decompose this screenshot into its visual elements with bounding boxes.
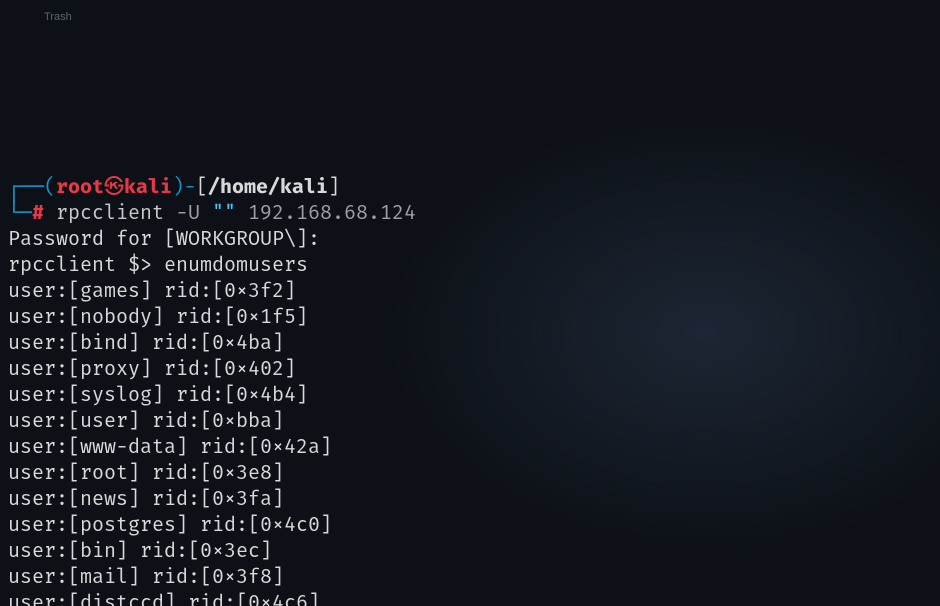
user-row-7: user:[root] rid:[0×3e8]: [8, 460, 932, 486]
prompt-corner-top: ┌──: [8, 175, 44, 199]
user-row-5: user:[user] rid:[0×bba]: [8, 408, 932, 434]
prompt-hash: #: [32, 201, 56, 225]
user-row-9: user:[postgres] rid:[0×4c0]: [8, 512, 932, 538]
user-row: user:[bind] rid:[0×4ba]: [8, 331, 284, 355]
prompt-host: kali: [124, 175, 172, 199]
terminal-output[interactable]: ┌──(root㉿kali)-[/home/kali]└─# rpcclient…: [8, 174, 932, 606]
cmd-quote[interactable]: "": [212, 201, 248, 225]
password-prompt: Password for [WORKGROUP\]:: [8, 227, 320, 251]
prompt-paren-close: ): [172, 175, 184, 199]
user-row: user:[news] rid:[0×3fa]: [8, 487, 284, 511]
rpc-subprompt-prefix: rpcclient: [8, 253, 128, 277]
user-row: user:[www-data] rid:[0×42a]: [8, 435, 332, 459]
cmd-flag[interactable]: -U: [176, 201, 212, 225]
user-row-0: user:[games] rid:[0×3f2]: [8, 278, 932, 304]
user-row: user:[proxy] rid:[0×402]: [8, 357, 296, 381]
prompt-line-2: └─# rpcclient -U "" 192.168.68.124: [8, 200, 932, 226]
rpc-subprompt-line: rpcclient $> enumdomusers: [8, 252, 932, 278]
prompt-path: /home/kali: [208, 175, 328, 199]
prompt-user: root: [56, 175, 104, 199]
prompt-bracket-close: ]: [328, 175, 340, 199]
user-row: user:[games] rid:[0×3f2]: [8, 279, 296, 303]
desktop-trash-label: Trash: [44, 4, 72, 30]
rpc-subprompt-glyph: $>: [128, 253, 164, 277]
prompt-paren-open: (: [44, 175, 56, 199]
user-row-8: user:[news] rid:[0×3fa]: [8, 486, 932, 512]
user-row: user:[distccd] rid:[0×4c6]: [8, 591, 320, 606]
user-row-4: user:[syslog] rid:[0×4b4]: [8, 382, 932, 408]
skull-icon: ㉿: [104, 175, 124, 199]
prompt-line-1: ┌──(root㉿kali)-[/home/kali]: [8, 174, 932, 200]
user-row-12: user:[distccd] rid:[0×4c6]: [8, 590, 932, 606]
user-row: user:[bin] rid:[0×3ec]: [8, 539, 272, 563]
cmd-bin[interactable]: rpcclient: [56, 201, 176, 225]
prompt-corner-bottom: └─: [8, 201, 32, 225]
prompt-bracket-open: [: [196, 175, 208, 199]
user-row: user:[postgres] rid:[0×4c0]: [8, 513, 332, 537]
user-row-3: user:[proxy] rid:[0×402]: [8, 356, 932, 382]
user-row: user:[syslog] rid:[0×4b4]: [8, 383, 308, 407]
prompt-dash: -: [184, 175, 196, 199]
user-row-11: user:[mail] rid:[0×3f8]: [8, 564, 932, 590]
user-row: user:[nobody] rid:[0×1f5]: [8, 305, 308, 329]
user-row: user:[root] rid:[0×3e8]: [8, 461, 284, 485]
rpc-subcommand[interactable]: enumdomusers: [164, 253, 308, 277]
user-row-2: user:[bind] rid:[0×4ba]: [8, 330, 932, 356]
user-row-10: user:[bin] rid:[0×3ec]: [8, 538, 932, 564]
session-password-line: Password for [WORKGROUP\]:: [8, 226, 932, 252]
user-row: user:[mail] rid:[0×3f8]: [8, 565, 284, 589]
user-row-1: user:[nobody] rid:[0×1f5]: [8, 304, 932, 330]
cmd-target[interactable]: 192.168.68.124: [248, 201, 416, 225]
user-row: user:[user] rid:[0×bba]: [8, 409, 284, 433]
user-row-6: user:[www-data] rid:[0×42a]: [8, 434, 932, 460]
